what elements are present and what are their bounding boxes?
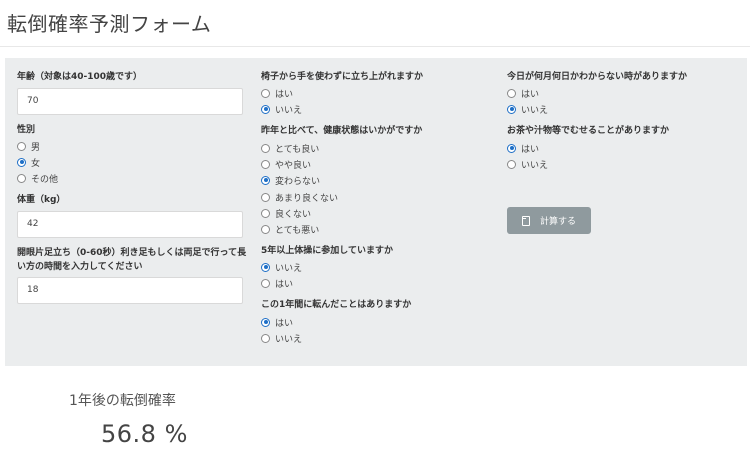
radio-button-checked[interactable] [507, 143, 516, 153]
radio-button[interactable] [261, 143, 270, 153]
page-title: 転倒確率予測フォーム [7, 12, 212, 36]
exercise-option-yes[interactable]: はい [261, 277, 294, 290]
fall-option-yes[interactable]: はい [261, 316, 294, 329]
radio-button-checked[interactable] [17, 157, 26, 167]
result-value: 56.8 % [101, 420, 188, 448]
radio-label: はい [521, 89, 540, 100]
radio-button[interactable] [17, 141, 26, 151]
chair-stand-option-yes[interactable]: はい [261, 87, 294, 100]
health-option-very-good[interactable]: とても良い [261, 142, 320, 155]
radio-button[interactable] [261, 278, 270, 288]
weight-input[interactable]: 42 [17, 211, 243, 238]
radio-button[interactable] [261, 333, 270, 343]
radio-label: いいえ [521, 105, 549, 116]
date-confusion-label: 今日が何月何日かわからない時がありますか [507, 72, 688, 82]
radio-label: いいえ [275, 334, 303, 345]
radio-button-checked[interactable] [261, 104, 270, 114]
health-option-bad[interactable]: 良くない [261, 207, 312, 220]
radio-label: はい [275, 279, 294, 290]
sex-option-female[interactable]: 女 [17, 156, 41, 169]
calculate-button-label: 計算する [539, 216, 576, 226]
radio-label: 男 [31, 142, 41, 153]
radio-button[interactable] [507, 159, 516, 169]
radio-label: 変わらない [275, 176, 321, 187]
chair-stand-label: 椅子から手を使わずに立ち上がれますか [261, 72, 424, 82]
radio-button[interactable] [17, 173, 26, 183]
radio-button-checked[interactable] [261, 262, 270, 272]
weight-label: 体重（kg） [17, 195, 66, 205]
choking-option-yes[interactable]: はい [507, 142, 540, 155]
fall-option-no[interactable]: いいえ [261, 332, 303, 345]
health-option-same[interactable]: 変わらない [261, 174, 321, 187]
radio-button-checked[interactable] [261, 175, 270, 185]
choking-label: お茶や汁物等でむせることがありますか [507, 126, 670, 136]
title-divider [0, 46, 750, 47]
sex-label: 性別 [17, 125, 36, 135]
radio-label: はい [275, 318, 294, 329]
age-label: 年齢（対象は40-100歳です） [17, 72, 143, 82]
single-leg-input[interactable]: 18 [17, 277, 243, 304]
calculate-button[interactable]: 計算する [507, 207, 591, 234]
radio-label: やや良い [275, 160, 312, 171]
health-option-very-bad[interactable]: とても悪い [261, 223, 320, 236]
radio-button[interactable] [261, 224, 270, 234]
date-confusion-option-no[interactable]: いいえ [507, 103, 549, 116]
radio-button-checked[interactable] [261, 317, 270, 327]
age-input[interactable]: 70 [17, 88, 243, 115]
radio-button-checked[interactable] [507, 104, 516, 114]
radio-label: いいえ [521, 160, 549, 171]
result-title: 1年後の転倒確率 [69, 393, 176, 409]
radio-label: 良くない [275, 209, 312, 220]
radio-label: はい [521, 144, 540, 155]
sex-option-male[interactable]: 男 [17, 140, 41, 153]
radio-label: 女 [31, 158, 41, 169]
form-panel: 年齢（対象は40-100歳です） 70 性別 男 女 その他 体重（kg） 42… [5, 58, 747, 366]
radio-label: いいえ [275, 105, 303, 116]
date-confusion-option-yes[interactable]: はい [507, 87, 540, 100]
sex-option-other[interactable]: その他 [17, 172, 59, 185]
radio-label: はい [275, 89, 294, 100]
radio-label: その他 [31, 174, 59, 185]
calculator-icon [521, 215, 530, 226]
chair-stand-option-no[interactable]: いいえ [261, 103, 303, 116]
exercise-option-no[interactable]: いいえ [261, 261, 303, 274]
choking-option-no[interactable]: いいえ [507, 158, 549, 171]
radio-label: あまり良くない [275, 193, 339, 204]
health-option-good[interactable]: やや良い [261, 158, 312, 171]
radio-label: とても悪い [275, 225, 320, 236]
radio-label: いいえ [275, 263, 303, 274]
health-label: 昨年と比べて、健康状態はいかがですか [261, 126, 423, 136]
exercise-label: 5年以上体操に参加していますか [261, 246, 393, 256]
radio-button[interactable] [261, 159, 270, 169]
single-leg-label: 開眼片足立ち（0-60秒）利き足もしくは両足で行って長い方の時間を入力してくださ… [17, 248, 247, 272]
radio-button[interactable] [261, 88, 270, 98]
health-option-not-so-good[interactable]: あまり良くない [261, 191, 339, 204]
radio-label: とても良い [275, 144, 320, 155]
fall-label: この1年間に転んだことはありますか [261, 300, 412, 310]
radio-button[interactable] [261, 208, 270, 218]
radio-button[interactable] [507, 88, 516, 98]
radio-button[interactable] [261, 192, 270, 202]
